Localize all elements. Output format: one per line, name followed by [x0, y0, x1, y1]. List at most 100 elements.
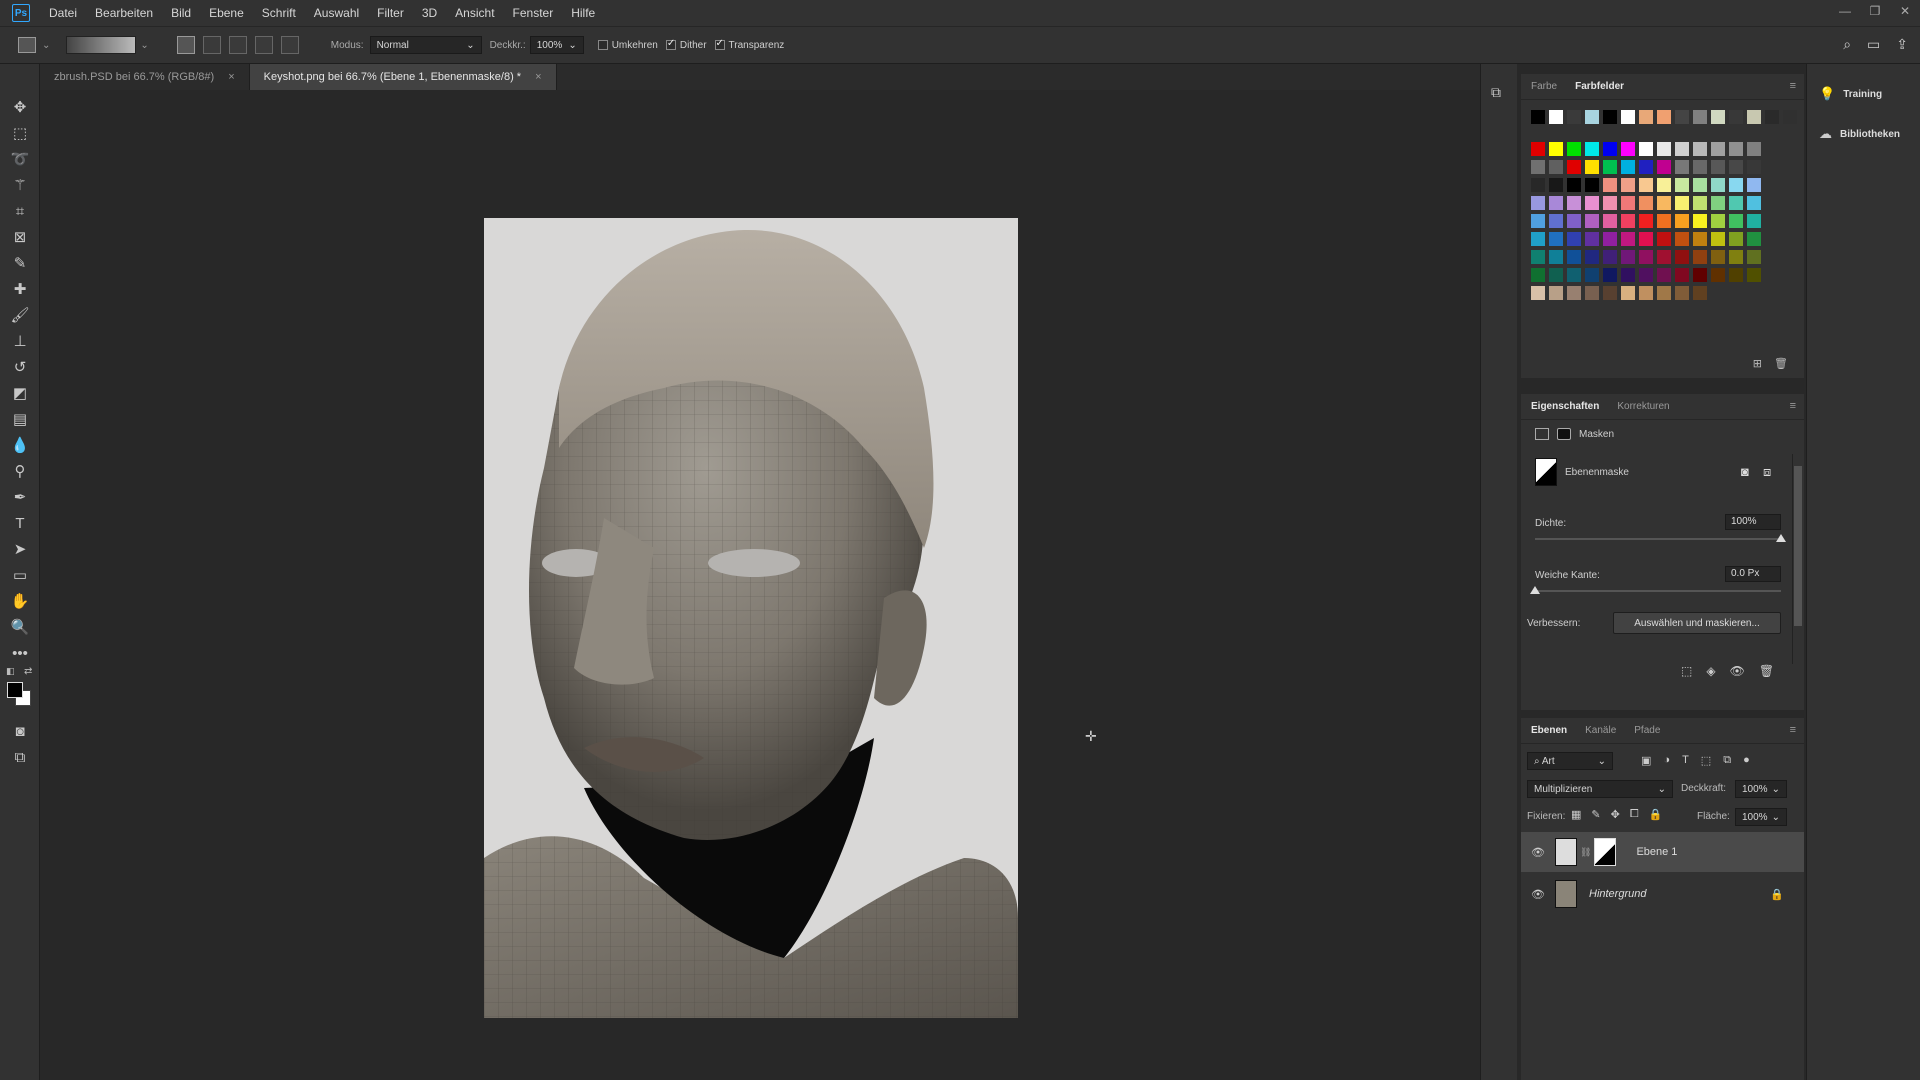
- healing-brush-tool-icon[interactable]: ✚: [0, 276, 40, 302]
- lock-position-icon[interactable]: ✥: [1611, 808, 1620, 821]
- eraser-tool-icon[interactable]: ◩: [0, 380, 40, 406]
- filter-adjustment-icon[interactable]: ◑: [1663, 754, 1670, 767]
- swatch-cell[interactable]: [1567, 286, 1581, 300]
- menu-item-bearbeiten[interactable]: Bearbeiten: [86, 0, 162, 26]
- swatch-cell[interactable]: [1531, 160, 1545, 174]
- swatch-cell[interactable]: [1657, 232, 1671, 246]
- swatch-cell[interactable]: [1549, 268, 1563, 282]
- layer-row-hintergrund[interactable]: 👁 Hintergrund 🔒: [1521, 874, 1804, 914]
- swap-colors-icon[interactable]: ⇄: [24, 666, 32, 677]
- swatch-cell[interactable]: [1675, 196, 1689, 210]
- swatch-cell[interactable]: [1639, 232, 1653, 246]
- swatch-cell[interactable]: [1531, 250, 1545, 264]
- swatch-cell[interactable]: [1585, 214, 1599, 228]
- swatch-cell[interactable]: [1603, 250, 1617, 264]
- pixel-mask-icon[interactable]: [1535, 428, 1549, 440]
- density-slider-handle[interactable]: [1776, 534, 1786, 542]
- swatch-cell[interactable]: [1693, 178, 1707, 192]
- stamp-tool-icon[interactable]: ⊥: [0, 328, 40, 354]
- color-swatches[interactable]: ◧ ⇄: [0, 666, 39, 718]
- swatch-cell[interactable]: [1567, 142, 1581, 156]
- recent-swatch[interactable]: [1585, 110, 1599, 124]
- swatch-cell[interactable]: [1603, 214, 1617, 228]
- swatch-cell[interactable]: [1639, 160, 1653, 174]
- filter-shape-icon[interactable]: ⬚: [1701, 754, 1711, 767]
- swatch-cell[interactable]: [1621, 160, 1635, 174]
- tab-pfade[interactable]: Pfade: [1634, 725, 1660, 736]
- swatch-cell[interactable]: [1747, 196, 1761, 210]
- swatch-cell[interactable]: [1711, 196, 1725, 210]
- swatch-cell[interactable]: [1621, 214, 1635, 228]
- screen-mode-icon[interactable]: ⧉: [0, 744, 40, 770]
- swatch-cell[interactable]: [1639, 196, 1653, 210]
- swatch-cell[interactable]: [1657, 268, 1671, 282]
- swatch-cell[interactable]: [1603, 232, 1617, 246]
- swatch-cell[interactable]: [1549, 142, 1563, 156]
- swatch-cell[interactable]: [1585, 196, 1599, 210]
- tab-farbe[interactable]: Farbe: [1531, 81, 1557, 92]
- foreground-color-swatch[interactable]: [7, 682, 23, 698]
- link-icon[interactable]: ⛓: [1580, 847, 1591, 858]
- blend-mode-dropdown[interactable]: Multiplizieren ⌄: [1527, 780, 1673, 798]
- swatch-cell[interactable]: [1585, 250, 1599, 264]
- lasso-tool-icon[interactable]: ➰: [0, 146, 40, 172]
- swatch-cell[interactable]: [1693, 232, 1707, 246]
- swatch-cell[interactable]: [1585, 178, 1599, 192]
- swatch-cell[interactable]: [1711, 160, 1725, 174]
- apply-mask-icon[interactable]: ◈: [1706, 664, 1715, 678]
- blur-tool-icon[interactable]: 💧: [0, 432, 40, 458]
- swatch-cell[interactable]: [1639, 142, 1653, 156]
- layer-mask-thumbnail[interactable]: [1594, 838, 1617, 866]
- swatch-cell[interactable]: [1693, 142, 1707, 156]
- swatch-cell[interactable]: [1603, 196, 1617, 210]
- recent-swatch[interactable]: [1567, 110, 1581, 124]
- default-colors-icon[interactable]: ◧: [6, 666, 15, 677]
- swatch-cell[interactable]: [1747, 142, 1761, 156]
- swatch-cell[interactable]: [1711, 232, 1725, 246]
- recent-swatch[interactable]: [1675, 110, 1689, 124]
- select-and-mask-button[interactable]: Auswählen und maskieren...: [1613, 612, 1781, 634]
- tab-kanaele[interactable]: Kanäle: [1585, 725, 1616, 736]
- radial-gradient-button[interactable]: [202, 36, 221, 54]
- menu-item-3d[interactable]: 3D: [413, 0, 446, 26]
- swatch-cell[interactable]: [1567, 250, 1581, 264]
- menu-item-bild[interactable]: Bild: [162, 0, 200, 26]
- swatch-cell[interactable]: [1531, 268, 1545, 282]
- tab-korrekturen[interactable]: Korrekturen: [1617, 401, 1669, 412]
- swatch-cell[interactable]: [1585, 268, 1599, 282]
- swatch-cell[interactable]: [1675, 268, 1689, 282]
- swatch-cell[interactable]: [1621, 286, 1635, 300]
- training-button[interactable]: 💡 Training: [1819, 86, 1920, 102]
- path-selection-tool-icon[interactable]: ➤: [0, 536, 40, 562]
- swatch-cell[interactable]: [1747, 178, 1761, 192]
- swatch-cell[interactable]: [1603, 178, 1617, 192]
- apply-mask-icon[interactable]: ⧈: [1763, 464, 1771, 480]
- diamond-gradient-button[interactable]: [280, 36, 299, 54]
- swatch-cell[interactable]: [1639, 268, 1653, 282]
- close-icon[interactable]: ×: [228, 71, 234, 83]
- recent-swatch[interactable]: [1549, 110, 1563, 124]
- frame-tool-icon[interactable]: ⊠: [0, 224, 40, 250]
- tab-keyshot[interactable]: Keyshot.png bei 66.7% (Ebene 1, Ebenenma…: [249, 64, 557, 90]
- swatch-cell[interactable]: [1657, 250, 1671, 264]
- swatch-cell[interactable]: [1639, 250, 1653, 264]
- swatch-cell[interactable]: [1729, 160, 1743, 174]
- mode-dropdown[interactable]: Normal ⌄: [369, 36, 482, 54]
- swatch-cell[interactable]: [1693, 250, 1707, 264]
- swatch-cell[interactable]: [1603, 142, 1617, 156]
- opacity-field[interactable]: 100% ⌄: [529, 36, 584, 54]
- menu-item-ansicht[interactable]: Ansicht: [446, 0, 503, 26]
- swatch-cell[interactable]: [1729, 142, 1743, 156]
- quick-mask-icon[interactable]: ◙: [0, 718, 40, 744]
- close-icon[interactable]: ×: [535, 71, 541, 83]
- magic-wand-tool-icon[interactable]: ⚚: [0, 172, 40, 198]
- swatch-cell[interactable]: [1639, 214, 1653, 228]
- swatch-cell[interactable]: [1567, 232, 1581, 246]
- swatch-cell[interactable]: [1675, 232, 1689, 246]
- zoom-tool-icon[interactable]: 🔍: [0, 614, 40, 640]
- filter-type-icon[interactable]: T: [1682, 754, 1689, 767]
- swatch-cell[interactable]: [1729, 178, 1743, 192]
- history-panel-icon[interactable]: ⧉: [1491, 84, 1517, 101]
- swatch-cell[interactable]: [1531, 178, 1545, 192]
- tab-ebenen[interactable]: Ebenen: [1531, 725, 1567, 736]
